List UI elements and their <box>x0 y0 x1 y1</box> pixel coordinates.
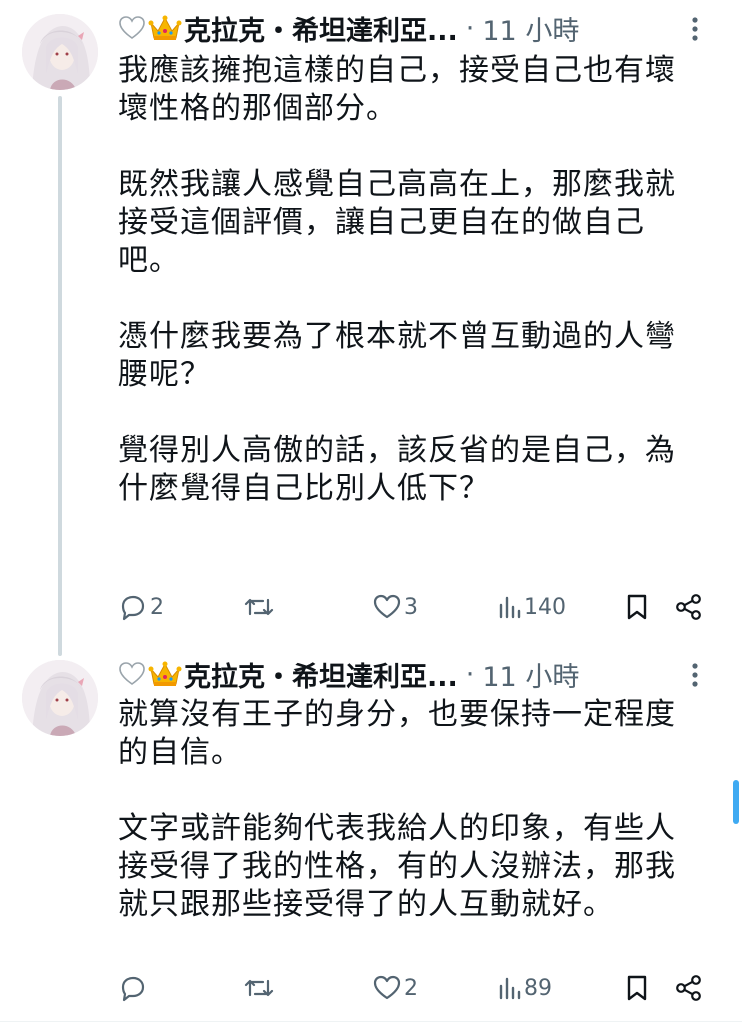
share-icon <box>674 973 704 1003</box>
views-button[interactable]: 140 <box>496 589 566 625</box>
reply-count: 2 <box>150 594 164 620</box>
like-button[interactable]: 3 <box>372 589 418 625</box>
white-heart-emoji <box>118 14 146 42</box>
tweet-actions: 2 3 140 <box>118 589 718 625</box>
crown-emoji <box>148 13 182 43</box>
like-count: 2 <box>404 975 418 1001</box>
like-button[interactable]: 2 <box>372 970 418 1006</box>
crown-emoji <box>148 659 182 689</box>
retweet-icon <box>242 592 276 622</box>
bookmark-icon <box>624 973 650 1003</box>
scrollbar[interactable] <box>733 780 739 824</box>
separator-dot: · <box>465 658 475 690</box>
bookmark-icon <box>624 592 650 622</box>
avatar[interactable] <box>22 14 98 90</box>
views-button[interactable]: 89 <box>496 970 552 1006</box>
views-count: 140 <box>524 594 566 620</box>
like-icon <box>372 973 402 1003</box>
thread-line <box>58 96 62 656</box>
more-icon[interactable] <box>690 660 700 690</box>
display-name[interactable]: 克拉克・希坦達利亞... <box>184 9 458 48</box>
white-heart-emoji <box>118 660 146 688</box>
views-icon <box>496 973 522 1003</box>
bottom-divider <box>0 1021 742 1022</box>
separator-dot: · <box>465 12 475 44</box>
timestamp[interactable]: 11 小時 <box>482 655 579 694</box>
views-icon <box>496 592 522 622</box>
timestamp[interactable]: 11 小時 <box>482 9 579 48</box>
avatar[interactable] <box>22 660 98 736</box>
display-name[interactable]: 克拉克・希坦達利亞... <box>184 655 458 694</box>
bookmark-button[interactable] <box>624 970 650 1006</box>
bookmark-button[interactable] <box>624 589 650 625</box>
retweet-button[interactable] <box>242 589 278 625</box>
like-count: 3 <box>404 594 418 620</box>
share-button[interactable] <box>674 970 704 1006</box>
views-count: 89 <box>524 975 552 1001</box>
tweet-text: 我應該擁抱這樣的自己，接受自己也有壞 壞性格的那個部分。 既然我讓人感覺自己高高… <box>118 53 676 506</box>
reply-icon <box>118 973 148 1003</box>
like-icon <box>372 592 402 622</box>
tweet-header: 克拉克・希坦達利亞... · 11 小時 <box>118 654 724 694</box>
tweet-header: 克拉克・希坦達利亞... · 11 小時 <box>118 8 724 48</box>
reply-button[interactable]: 2 <box>118 589 164 625</box>
reply-icon <box>118 592 148 622</box>
retweet-icon <box>242 973 276 1003</box>
more-icon[interactable] <box>690 14 700 44</box>
share-icon <box>674 592 704 622</box>
tweet-actions: 2 89 <box>118 970 718 1006</box>
tweet-1[interactable]: 克拉克・希坦達利亞... · 11 小時 我應該擁抱這樣的自己，接受自己也有壞 … <box>0 0 742 656</box>
reply-button[interactable] <box>118 970 150 1006</box>
share-button[interactable] <box>674 589 704 625</box>
tweet-text: 就算沒有王子的身分，也要保持一定程度 的自信。 文字或許能夠代表我給人的印象，有… <box>118 697 676 922</box>
retweet-button[interactable] <box>242 970 278 1006</box>
tweet-2[interactable]: 克拉克・希坦達利亞... · 11 小時 就算沒有王子的身分，也要保持一定程度 … <box>0 648 742 1024</box>
